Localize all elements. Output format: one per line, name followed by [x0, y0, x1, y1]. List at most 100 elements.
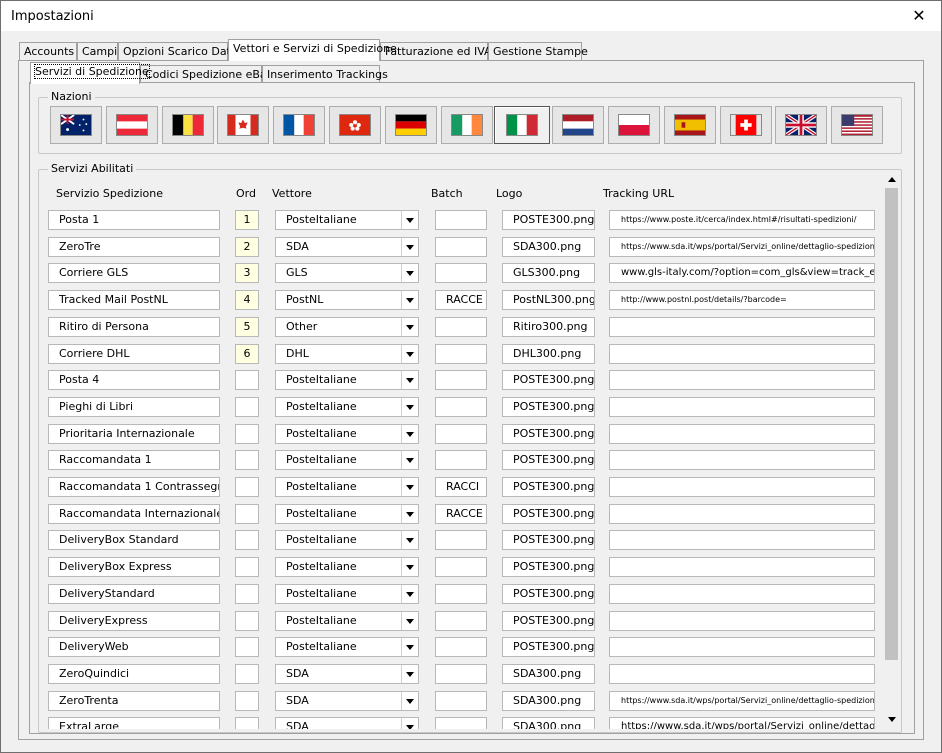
vettore-select[interactable]: PosteItaliane [275, 424, 419, 444]
logo-field[interactable]: SDA300.png [502, 717, 595, 729]
united-states-flag-button[interactable] [831, 106, 884, 144]
servizio-field[interactable]: Raccomandata 1 [48, 450, 220, 470]
scroll-up-icon[interactable] [884, 171, 899, 187]
ord-field[interactable] [235, 664, 259, 684]
main-tab-accounts[interactable]: Accounts [19, 42, 77, 60]
servizio-field[interactable]: Ritiro di Persona [48, 317, 220, 337]
scroll-down-icon[interactable] [884, 711, 899, 727]
main-tab-campi[interactable]: Campi [77, 42, 118, 60]
logo-field[interactable]: POSTE300.png [502, 504, 595, 524]
ord-field[interactable] [235, 557, 259, 577]
vettore-select[interactable]: DHL [275, 344, 419, 364]
servizio-field[interactable]: Corriere DHL [48, 344, 220, 364]
batch-field[interactable] [435, 370, 487, 390]
ord-field[interactable] [235, 691, 259, 711]
vettore-select[interactable]: PosteItaliane [275, 477, 419, 497]
main-tab-opzioni-scarico-dati[interactable]: Opzioni Scarico Dati [118, 42, 234, 60]
servizio-field[interactable]: ZeroQuindici [48, 664, 220, 684]
poland-flag-button[interactable] [608, 106, 660, 144]
tracking-url-field[interactable]: https://www.sda.it/wps/portal/Servizi_on… [609, 691, 875, 711]
austria-flag-button[interactable] [105, 106, 158, 144]
vettore-select[interactable]: PostNL [275, 290, 419, 310]
chevron-down-icon[interactable] [401, 318, 418, 336]
ord-field[interactable] [235, 397, 259, 417]
tracking-url-field[interactable] [609, 584, 875, 604]
tracking-url-field[interactable]: https://www.sda.it/wps/portal/Servizi_on… [609, 717, 875, 729]
logo-field[interactable]: SDA300.png [502, 664, 595, 684]
vettore-select[interactable]: SDA [275, 664, 419, 684]
batch-field[interactable] [435, 424, 487, 444]
tracking-url-field[interactable] [609, 397, 875, 417]
vettore-select[interactable]: SDA [275, 237, 419, 257]
ord-field[interactable]: 1 [235, 210, 259, 230]
vettore-select[interactable]: PosteItaliane [275, 557, 419, 577]
spain-flag-button[interactable] [663, 106, 716, 144]
tracking-url-field[interactable]: http://www.postnl.post/details/?barcode= [609, 290, 875, 310]
chevron-down-icon[interactable] [401, 238, 418, 256]
ord-field[interactable]: 6 [235, 344, 259, 364]
logo-field[interactable]: POSTE300.png [502, 210, 595, 230]
logo-field[interactable]: POSTE300.png [502, 370, 595, 390]
chevron-down-icon[interactable] [401, 398, 418, 416]
servizio-field[interactable]: Tracked Mail PostNL [48, 290, 220, 310]
logo-field[interactable]: SDA300.png [502, 691, 595, 711]
australia-flag-button[interactable] [50, 106, 102, 144]
ord-field[interactable]: 2 [235, 237, 259, 257]
sub-tab-servizi-di-spedizione[interactable]: Servizi di Spedizione [30, 62, 150, 84]
tracking-url-field[interactable] [609, 611, 875, 631]
tracking-url-field[interactable] [609, 317, 875, 337]
vettore-select[interactable]: PosteItaliane [275, 504, 419, 524]
vettore-select[interactable]: Other [275, 317, 419, 337]
ord-field[interactable]: 3 [235, 263, 259, 283]
chevron-down-icon[interactable] [401, 211, 418, 229]
belgium-flag-button[interactable] [161, 106, 214, 144]
tracking-url-field[interactable] [609, 557, 875, 577]
batch-field[interactable] [435, 450, 487, 470]
chevron-down-icon[interactable] [401, 451, 418, 469]
chevron-down-icon[interactable] [401, 692, 418, 710]
chevron-down-icon[interactable] [401, 531, 418, 549]
sub-tab-codici-spedizione-ebay[interactable]: Codici Spedizione eBay [140, 65, 273, 83]
logo-field[interactable]: PostNL300.png [502, 290, 595, 310]
vettore-select[interactable]: PosteItaliane [275, 370, 419, 390]
logo-field[interactable]: POSTE300.png [502, 637, 595, 657]
ord-field[interactable] [235, 477, 259, 497]
tracking-url-field[interactable] [609, 424, 875, 444]
logo-field[interactable]: POSTE300.png [502, 397, 595, 417]
switzerland-flag-button[interactable] [719, 106, 772, 144]
tracking-url-field[interactable] [609, 504, 875, 524]
logo-field[interactable]: SDA300.png [502, 237, 595, 257]
vertical-scrollbar[interactable] [884, 171, 899, 727]
ord-field[interactable] [235, 424, 259, 444]
tracking-url-field[interactable] [609, 664, 875, 684]
servizio-field[interactable]: ExtraLarge [48, 717, 220, 729]
ord-field[interactable] [235, 450, 259, 470]
hong-kong-flag-button[interactable] [329, 106, 381, 144]
servizio-field[interactable]: ZeroTre [48, 237, 220, 257]
chevron-down-icon[interactable] [401, 585, 418, 603]
vettore-select[interactable]: PosteItaliane [275, 584, 419, 604]
servizio-field[interactable]: DeliveryBox Express [48, 557, 220, 577]
ord-field[interactable] [235, 504, 259, 524]
batch-field[interactable] [435, 637, 487, 657]
chevron-down-icon[interactable] [401, 478, 418, 496]
tracking-url-field[interactable] [609, 370, 875, 390]
chevron-down-icon[interactable] [401, 425, 418, 443]
ord-field[interactable] [235, 717, 259, 729]
ord-field[interactable] [235, 637, 259, 657]
servizio-field[interactable]: Pieghi di Libri [48, 397, 220, 417]
batch-field[interactable] [435, 717, 487, 729]
tracking-url-field[interactable] [609, 450, 875, 470]
main-tab-gestione-stampe[interactable]: Gestione Stampe [488, 42, 588, 60]
servizio-field[interactable]: DeliveryWeb [48, 637, 220, 657]
logo-field[interactable]: POSTE300.png [502, 611, 595, 631]
chevron-down-icon[interactable] [401, 291, 418, 309]
germany-flag-button[interactable] [384, 106, 437, 144]
vettore-select[interactable]: SDA [275, 717, 419, 729]
main-tab-vettori-e-servizi-di-spedizione[interactable]: Vettori e Servizi di Spedizione [228, 39, 397, 61]
batch-field[interactable] [435, 397, 487, 417]
ord-field[interactable]: 5 [235, 317, 259, 337]
vettore-select[interactable]: PosteItaliane [275, 611, 419, 631]
logo-field[interactable]: POSTE300.png [502, 450, 595, 470]
batch-field[interactable] [435, 584, 487, 604]
